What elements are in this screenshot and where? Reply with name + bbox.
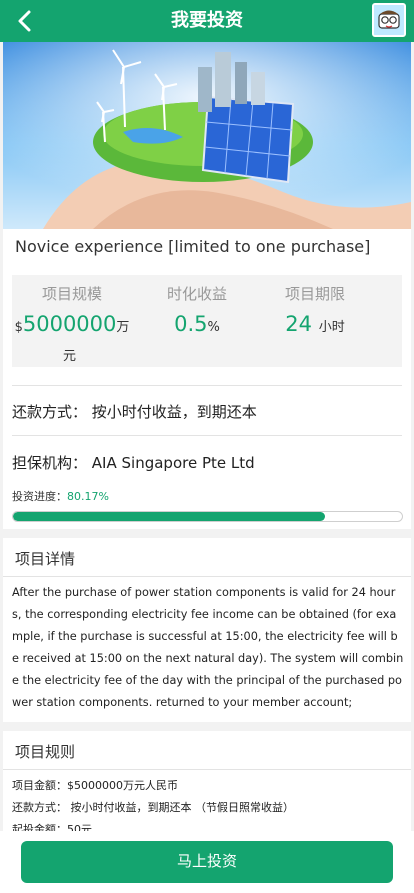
stat-label: 时化收益 (166, 285, 227, 303)
stat-hourly-yield: 时化收益 0.5% (137, 283, 257, 336)
progress-bar-fill (13, 512, 325, 521)
stat-unit: 万 (116, 320, 130, 335)
divider (12, 435, 402, 436)
invest-now-button[interactable]: 马上投资 (21, 841, 393, 883)
rules-card: 项目规则 项目金额：$5000000万元人民币 还款方式： 按小时付收益，到期还… (3, 731, 411, 831)
stat-value: 24 小时 (255, 312, 375, 336)
progress-label: 投资进度： (12, 490, 67, 503)
stat-label: 项目期限 (284, 285, 345, 303)
guarantee-row: 担保机构： AIA Singapore Pte Ltd (12, 452, 255, 473)
stat-number: 0.5 (174, 312, 208, 336)
stat-unit: 小时 (318, 320, 345, 335)
repayment-label: 还款方式： (12, 403, 88, 421)
top-bar: 我要投资 (0, 0, 414, 42)
stats-panel: 项目规模 $5000000万 元 时化收益 0.5% 项目期限 24 小时 (12, 275, 402, 367)
repayment-row: 还款方式： 按小时付收益，到期还本 (12, 401, 257, 422)
divider (3, 769, 411, 770)
stat-number: 24 (285, 312, 313, 336)
cartoon-avatar-icon[interactable] (372, 3, 406, 37)
details-card: 项目详情 After the purchase of power station… (3, 538, 411, 722)
rule-item: 还款方式： 按小时付收益，到期还本 （节假日照常收益） (12, 801, 294, 814)
stat-value: $5000000万 (12, 312, 132, 336)
stat-unit-yuan: 元 (63, 349, 77, 364)
product-name: Novice experience [limited to one purcha… (15, 237, 371, 256)
stat-prefix: $ (14, 320, 23, 335)
rules-list: 项目金额：$5000000万元人民币 还款方式： 按小时付收益，到期还本 （节假… (12, 775, 294, 831)
guarantee-value: AIA Singapore Pte Ltd (91, 454, 255, 472)
divider (3, 576, 411, 577)
details-text: After the purchase of power station comp… (12, 586, 404, 709)
bottom-bar: 马上投资 (0, 831, 414, 893)
stat-value: 0.5% (137, 312, 257, 336)
progress-bar (12, 511, 403, 522)
hero-banner-image (3, 42, 411, 229)
stat-project-scale: 项目规模 $5000000万 (12, 283, 132, 336)
details-title: 项目详情 (15, 550, 76, 568)
stat-unit: % (207, 320, 220, 335)
stat-project-term: 项目期限 24 小时 (255, 283, 375, 336)
progress-value: 80.17% (67, 490, 109, 503)
rules-title: 项目规则 (15, 743, 76, 761)
guarantee-label: 担保机构： (12, 454, 88, 472)
stat-label: 项目规模 (41, 285, 102, 303)
page-title: 我要投资 (171, 10, 243, 31)
divider (12, 385, 402, 386)
stat-number: 5000000 (22, 312, 117, 336)
progress-text: 投资进度：80.17% (12, 488, 109, 504)
repayment-value: 按小时付收益，到期还本 (91, 403, 257, 421)
product-card: Novice experience [limited to one purcha… (3, 229, 411, 529)
rule-item: 项目金额：$5000000万元人民币 (12, 779, 178, 792)
rule-item: 起投金额：50元 (12, 823, 92, 831)
